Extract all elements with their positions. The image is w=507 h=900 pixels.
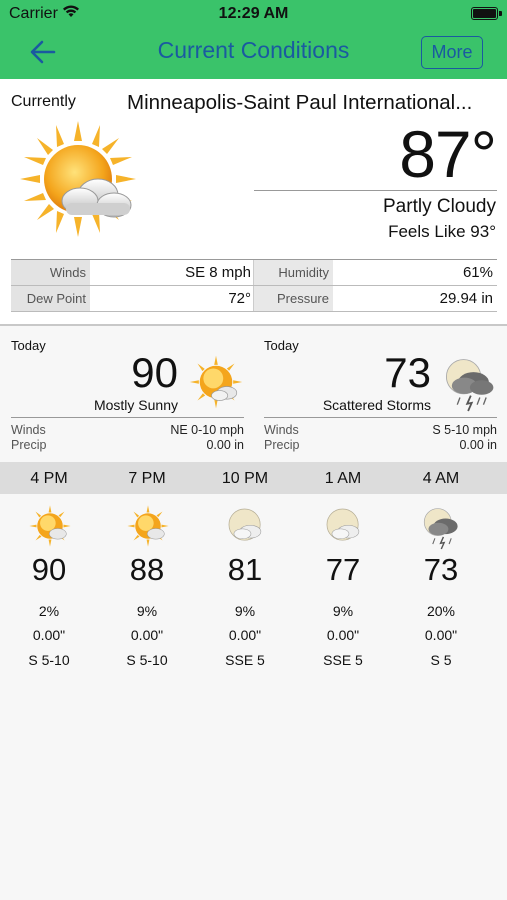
hourly-wind: S 5 [430,652,452,668]
hourly-wind: S 5-10 [126,652,168,668]
winds-label: Winds [264,423,299,437]
hour-label: 1 AM [324,470,362,487]
partly-cloudy-night-icon [224,504,268,553]
hourly-temp: 88 [129,552,165,587]
hourly-pop: 9% [332,603,354,619]
hour-label: 10 PM [221,470,269,487]
forecast-card[interactable]: Today 90 Mostly Sunny Winds NE 0-10 mph … [11,332,246,456]
current-conditions-panel: Currently Minneapolis-Saint Paul Interna… [0,79,507,324]
hourly-precip: 0.00" [326,627,360,643]
scattered-storms-icon [441,354,497,417]
hourly-precip: 0.00" [32,627,66,643]
dewpoint-value: 72° [228,290,251,307]
precip-label: Precip [11,438,47,452]
precip-value: 0.00 in [459,438,497,452]
hourly-pop: 2% [38,603,60,619]
hourly-pop: 9% [136,603,158,619]
humidity-label: Humidity [254,260,333,285]
hourly-cell[interactable]: 77 9% 0.00" SSE 5 [294,494,392,694]
status-time: 12:29 AM [218,5,289,22]
location-name: Minneapolis-Saint Paul International... [127,91,473,114]
feels-like: Feels Like 93° [388,222,496,241]
hourly-precip: 0.00" [228,627,262,643]
hourly-cell[interactable]: 81 9% 0.00" SSE 5 [196,494,294,694]
partly-cloudy-icon [16,117,140,246]
currently-label: Currently [11,93,76,110]
hour-label: 4 PM [30,470,68,487]
forecast-desc: Mostly Sunny [93,397,178,413]
forecast-desc: Scattered Storms [322,397,431,413]
winds-value: SE 8 mph [185,264,251,281]
hourly-cell[interactable]: 90 2% 0.00" S 5-10 [0,494,98,694]
pressure-label: Pressure [254,286,333,311]
stats-table: Winds SE 8 mph Humidity 61% Dew Point 72… [11,259,497,312]
hourly-wind: S 5-10 [28,652,70,668]
precip-value: 0.00 in [206,438,244,452]
dewpoint-label: Dew Point [11,286,90,311]
more-button[interactable]: More [421,36,483,69]
hour-label: 7 PM [128,470,166,487]
divider [264,417,497,418]
forecast-day: Today [264,338,299,353]
hourly-temp: 90 [31,552,67,587]
forecast-temp: 73 [384,349,431,396]
battery-icon [471,7,502,20]
hourly-cell[interactable]: 88 9% 0.00" S 5-10 [98,494,196,694]
nav-bar: Carrier 12:29 AM Current Conditions More [0,0,507,79]
current-condition: Partly Cloudy [383,196,496,217]
hourly-temp: 81 [227,552,263,587]
winds-value: S 5-10 mph [432,423,497,437]
winds-label: Winds [11,260,90,285]
winds-value: NE 0-10 mph [170,423,244,437]
divider [254,190,497,191]
forecast-day: Today [11,338,46,353]
winds-label: Winds [11,423,46,437]
hourly-temp: 77 [325,552,361,587]
mostly-sunny-icon [188,354,244,415]
pressure-value: 29.94 in [439,290,493,307]
hourly-precip: 0.00" [424,627,458,643]
hourly-cell[interactable]: 73 20% 0.00" S 5 [392,494,490,694]
hourly-wind: SSE 5 [225,652,265,668]
precip-label: Precip [264,438,300,452]
hourly-forecast: 90 2% 0.00" S 5-10 88 9% 0.00" S 5-10 81… [0,494,507,694]
hourly-header: 4 PM 7 PM 10 PM 1 AM 4 AM [0,462,507,494]
status-bar: Carrier 12:29 AM [0,0,507,28]
hourly-precip: 0.00" [130,627,164,643]
hourly-wind: SSE 5 [323,652,363,668]
stats-row: Winds SE 8 mph Humidity 61% [11,260,497,286]
hourly-pop: 9% [234,603,256,619]
forecast-card[interactable]: Today 73 Scattered Storms Winds S 5-10 m… [264,332,499,456]
hourly-pop: 20% [426,603,456,619]
mostly-sunny-icon [126,504,170,553]
humidity-value: 61% [462,264,493,281]
storm-night-icon [420,504,464,555]
forecast-temp: 90 [131,349,178,396]
stats-row: Dew Point 72° Pressure 29.94 in [11,286,497,312]
divider [0,324,507,326]
mostly-sunny-icon [28,504,72,553]
current-temperature: 87° [399,117,497,191]
partly-cloudy-night-icon [322,504,366,553]
divider [11,417,244,418]
hour-label: 4 AM [422,470,460,487]
hourly-temp: 73 [423,552,459,587]
